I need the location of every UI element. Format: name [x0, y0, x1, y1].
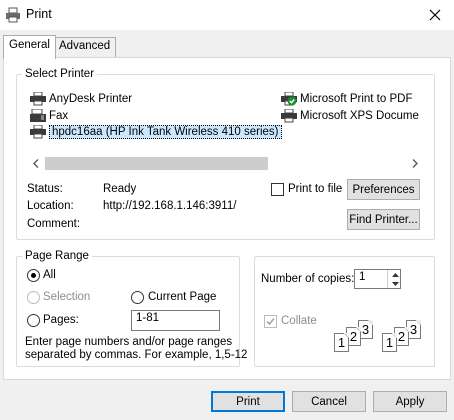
- fax-icon: [30, 109, 46, 122]
- close-button[interactable]: [416, 0, 454, 30]
- collate-checkbox[interactable]: [264, 315, 277, 328]
- printer-list-scrollbar[interactable]: [27, 155, 423, 172]
- window-title: Print: [26, 7, 52, 21]
- collate-label: Collate: [281, 315, 317, 327]
- tab-advanced[interactable]: Advanced: [53, 37, 117, 57]
- preferences-button[interactable]: Preferences: [347, 179, 420, 200]
- printer-name: hpdc16aa (HP Ink Tank Wireless 410 serie…: [49, 125, 282, 139]
- printer-icon: [6, 7, 20, 23]
- spin-up-button[interactable]: [388, 270, 402, 279]
- close-icon: [429, 9, 441, 21]
- printer-name: Fax: [49, 110, 69, 122]
- print-button[interactable]: Print: [211, 391, 285, 412]
- printer-item-hpdc16aa[interactable]: hpdc16aa (HP Ink Tank Wireless 410 serie…: [30, 125, 282, 139]
- status-label: Status:: [27, 183, 63, 195]
- scroll-right-button[interactable]: [406, 155, 423, 172]
- pages-label: Pages:: [43, 314, 79, 326]
- all-radio[interactable]: [27, 269, 40, 282]
- all-label: All: [43, 269, 56, 281]
- button-label: Cancel: [311, 395, 347, 408]
- copies-input-value: 1: [359, 271, 366, 283]
- location-label: Location:: [27, 200, 74, 212]
- selection-radio[interactable]: [27, 291, 40, 304]
- chevron-right-icon: [412, 159, 418, 168]
- chevron-down-icon: [391, 281, 399, 286]
- title-bar: Print: [0, 0, 454, 30]
- current-page-radio[interactable]: [131, 291, 144, 304]
- button-label: Preferences: [352, 183, 415, 196]
- print-to-file-checkbox[interactable]: [271, 183, 284, 196]
- printer-name: Microsoft Print to PDF: [300, 93, 413, 105]
- radio-selected-dot: [31, 273, 36, 278]
- status-value: Ready: [103, 183, 137, 195]
- printer-name: AnyDesk Printer: [49, 93, 133, 105]
- pages-input[interactable]: 1-81: [131, 310, 220, 331]
- current-page-label: Current Page: [148, 291, 217, 303]
- page-range-label: Page Range: [22, 250, 92, 262]
- print-to-file-label: Print to file: [288, 183, 343, 195]
- button-label: Find Printer...: [349, 213, 418, 226]
- default-printer-icon: [281, 92, 297, 106]
- printer-item-fax[interactable]: Fax: [30, 109, 68, 123]
- printer-item-anydesk[interactable]: AnyDesk Printer: [30, 92, 132, 106]
- page-icon: 1: [334, 333, 349, 352]
- chevron-up-icon: [391, 272, 399, 277]
- scroll-thumb[interactable]: [45, 157, 268, 170]
- tab-label: Advanced: [59, 40, 111, 52]
- location-value: http://192.168.1.146:3911/: [103, 200, 237, 212]
- printer-item-microsoft-print-to-pdf[interactable]: Microsoft Print to PDF: [281, 92, 412, 106]
- printer-icon: [30, 125, 46, 139]
- button-label: Print: [236, 395, 260, 408]
- printer-name: Microsoft XPS Docume: [300, 110, 419, 122]
- pages-radio[interactable]: [27, 314, 40, 327]
- tab-label: General: [9, 39, 50, 51]
- page-range-help-text: Enter page numbers and/or page ranges se…: [25, 336, 247, 362]
- printer-icon: [30, 92, 46, 106]
- comment-label: Comment:: [27, 218, 81, 230]
- spin-down-button[interactable]: [388, 279, 402, 288]
- cancel-button[interactable]: Cancel: [292, 391, 366, 412]
- selection-label: Selection: [43, 291, 91, 303]
- page-icon: 1: [382, 333, 397, 352]
- select-printer-label: Select Printer: [22, 68, 98, 80]
- button-label: Apply: [395, 395, 425, 408]
- help-text-line: Enter page numbers and/or page ranges: [25, 336, 233, 348]
- chevron-left-icon: [32, 159, 38, 168]
- printer-item-microsoft-xps[interactable]: Microsoft XPS Docume: [281, 109, 419, 123]
- printer-icon: [281, 109, 297, 123]
- apply-button[interactable]: Apply: [373, 391, 447, 412]
- help-text-line: separated by commas. For example, 1,5-12: [25, 349, 248, 361]
- copies-spinner[interactable]: [387, 270, 401, 288]
- scroll-left-button[interactable]: [27, 155, 44, 172]
- number-of-copies-label: Number of copies:: [261, 273, 355, 285]
- checkmark-icon: [266, 318, 275, 326]
- tab-general[interactable]: General: [3, 35, 56, 59]
- pages-input-value: 1-81: [136, 312, 160, 324]
- find-printer-button[interactable]: Find Printer...: [347, 209, 420, 230]
